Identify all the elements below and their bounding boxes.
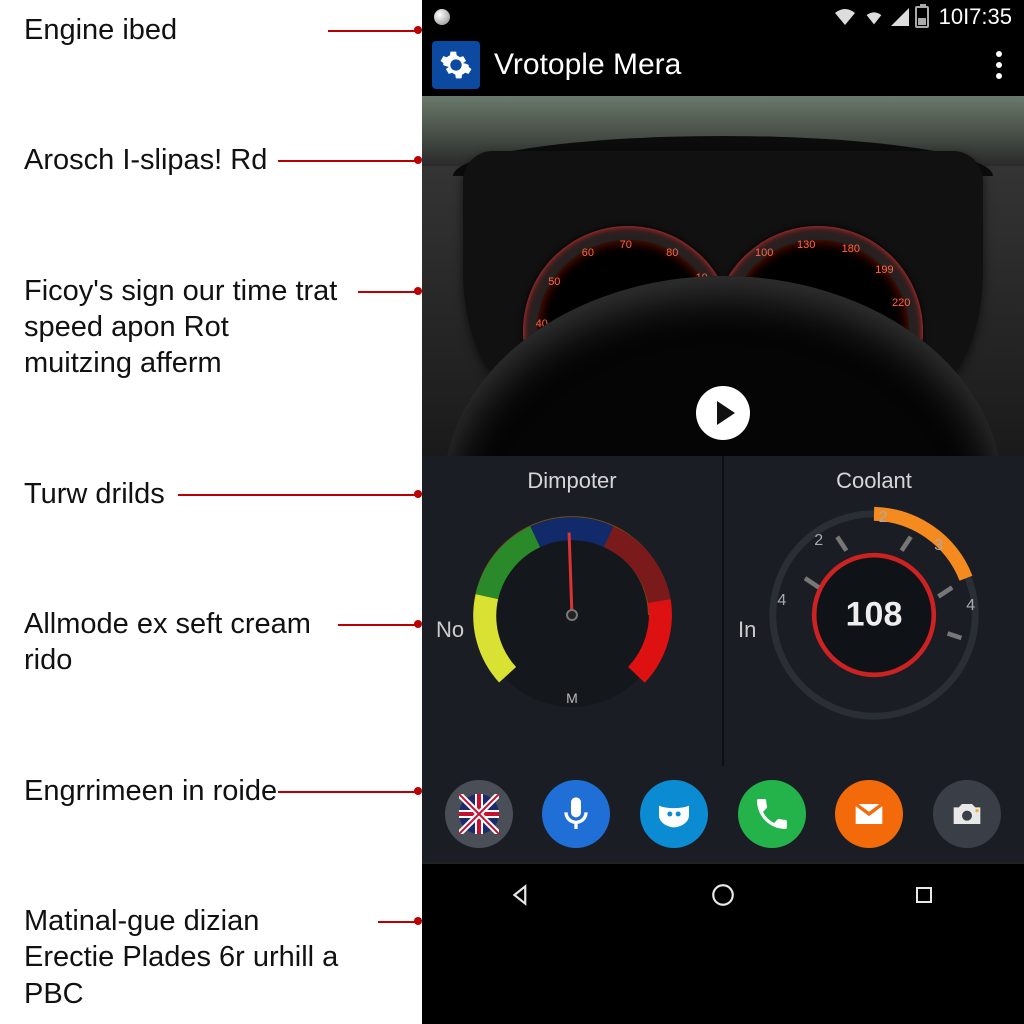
callout-text: Allmode ex seft cream rido [24, 608, 311, 676]
flag-uk-icon[interactable] [445, 780, 513, 848]
gauge-title: Dimpoter [527, 468, 616, 494]
gear-icon [439, 48, 473, 82]
back-icon [509, 882, 535, 908]
tick-label: 4 [966, 597, 975, 615]
android-nav-bar [422, 862, 1024, 926]
phone-frame: 10I7:35 Vrotople Mera 40 50 60 70 [422, 0, 1024, 1024]
status-bar: 10I7:35 [422, 0, 1024, 34]
bottom-icon-row [422, 766, 1024, 862]
callout-text: Turw drilds [24, 478, 165, 510]
callouts-column: Engine ibed Arosch I-slipas! Rd Ficoy's … [0, 0, 422, 1024]
tick-label: 220 [892, 297, 910, 309]
tick-label: 130 [797, 239, 815, 251]
mask-icon[interactable] [640, 780, 708, 848]
wifi-icon-2 [863, 7, 885, 27]
callout-2: Arosch I-slipas! Rd [24, 142, 414, 178]
status-orb-icon [434, 9, 450, 25]
phone-icon[interactable] [738, 780, 806, 848]
callout-text: Ficoy's sign our time trat speed apon Ro… [24, 275, 337, 380]
callout-text: Engrrimeen in roide [24, 775, 277, 807]
callout-text: Matinal-gue dizian Erectie Plades 6r urh… [24, 905, 338, 1010]
wifi-icon [833, 7, 857, 27]
tick-label: 3 [934, 537, 943, 555]
mic-icon[interactable] [542, 780, 610, 848]
callout-6: Engrrimeen in roide [24, 773, 414, 809]
tick-label: 100 [755, 247, 773, 259]
callout-5: Allmode ex seft cream rido [24, 606, 414, 679]
status-time: 10I7:35 [939, 4, 1012, 30]
tick-label: 2 [879, 509, 888, 527]
callout-1: Engine ibed [24, 12, 414, 48]
nav-back-button[interactable] [502, 875, 542, 915]
tick-label: 80 [666, 247, 678, 259]
nav-recent-button[interactable] [904, 875, 944, 915]
callout-text: Arosch I-slipas! Rd [24, 144, 267, 176]
callout-7: Matinal-gue dizian Erectie Plades 6r urh… [24, 903, 414, 1012]
home-icon [710, 882, 736, 908]
gauge-title: Coolant [836, 468, 912, 494]
gauge-card-dimpoter[interactable]: Dimpoter No M [422, 456, 724, 766]
tick-label: 50 [548, 276, 560, 288]
battery-icon [915, 6, 929, 28]
gauge-side-label: In [738, 617, 756, 643]
callout-4: Turw drilds [24, 476, 414, 512]
tick-label: 180 [842, 243, 860, 255]
play-icon [717, 401, 735, 425]
nav-home-button[interactable] [703, 875, 743, 915]
mail-icon[interactable] [835, 780, 903, 848]
coolant-value: 108 [846, 596, 903, 635]
recent-icon [912, 883, 936, 907]
dimpoter-dial: M [457, 500, 687, 730]
app-settings-icon[interactable] [432, 41, 480, 89]
callout-text: Engine ibed [24, 14, 177, 46]
tick-label: 60 [582, 247, 594, 259]
app-bar: Vrotople Mera [422, 34, 1024, 96]
play-button[interactable] [696, 386, 750, 440]
gauge-card-coolant[interactable]: Coolant In [724, 456, 1024, 766]
gauges-row: Dimpoter No M [422, 456, 1024, 766]
gauge-unit-label: M [566, 690, 578, 706]
app-title: Vrotople Mera [494, 48, 970, 82]
tick-label: 4 [777, 592, 786, 610]
overflow-menu-button[interactable] [984, 51, 1014, 79]
camera-icon[interactable] [933, 780, 1001, 848]
coolant-dial: 2 2 3 4 4 108 [759, 500, 989, 730]
hero-dashboard: 40 50 60 70 80 10 20 :53 100 130 180 19 [422, 96, 1024, 456]
callout-3: Ficoy's sign our time trat speed apon Ro… [24, 273, 414, 382]
tick-label: 2 [814, 532, 823, 550]
tick-label: 199 [875, 264, 893, 276]
tick-label: 70 [620, 239, 632, 251]
signal-icon [891, 8, 909, 26]
